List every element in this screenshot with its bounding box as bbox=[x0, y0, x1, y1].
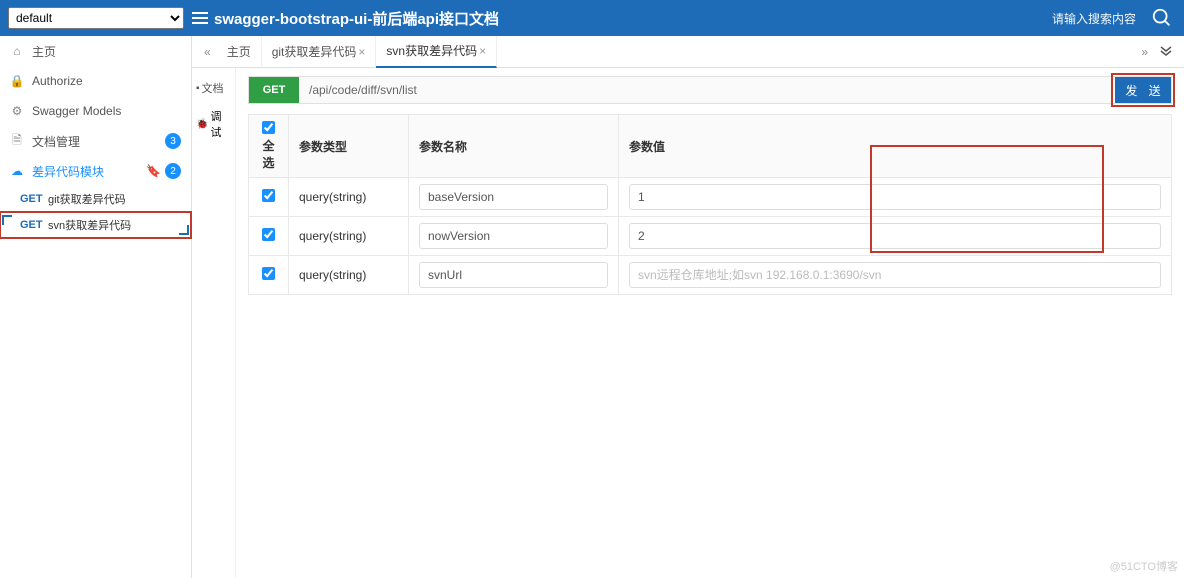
bug-icon: 🐞 bbox=[196, 119, 208, 130]
row-checkbox[interactable] bbox=[262, 189, 275, 202]
group-select-wrap: default bbox=[8, 7, 184, 29]
col-check: 全选 bbox=[249, 115, 289, 178]
table-row: query(string) nowVersion bbox=[249, 217, 1172, 256]
sidebar: ⌂主页 🔒Authorize ⚙Swagger Models 🗎文档管理3 ☁差… bbox=[0, 36, 192, 578]
tag-icon: 🔖 bbox=[146, 164, 161, 178]
subtab-debug[interactable]: 🐞调试 bbox=[192, 102, 235, 146]
lock-icon: 🔒 bbox=[10, 74, 24, 88]
param-type: query(string) bbox=[289, 178, 409, 217]
group-select[interactable]: default bbox=[8, 7, 184, 29]
tab-svn[interactable]: svn获取差异代码× bbox=[376, 36, 497, 68]
param-value-input[interactable] bbox=[629, 223, 1161, 249]
main-area: « 主页 git获取差异代码× svn获取差异代码× » ▪文档 🐞调试 GET… bbox=[192, 36, 1184, 578]
tabs-prev[interactable]: « bbox=[198, 45, 217, 59]
param-value-input[interactable] bbox=[629, 184, 1161, 210]
badge: 3 bbox=[165, 133, 181, 149]
param-name: baseVersion bbox=[419, 184, 608, 210]
menu-icon[interactable] bbox=[192, 10, 208, 26]
search-icon[interactable] bbox=[1148, 4, 1176, 32]
close-icon[interactable]: × bbox=[479, 44, 486, 58]
tabs-more[interactable] bbox=[1154, 44, 1178, 59]
table-row: query(string) svnUrl bbox=[249, 256, 1172, 295]
sidebar-item-models[interactable]: ⚙Swagger Models bbox=[0, 96, 191, 126]
param-type: query(string) bbox=[289, 256, 409, 295]
tab-bar: « 主页 git获取差异代码× svn获取差异代码× » bbox=[192, 36, 1184, 68]
main-body: ▪文档 🐞调试 GET /api/code/diff/svn/list 发 送 … bbox=[192, 68, 1184, 578]
sidebar-sub-git[interactable]: GETgit获取差异代码 bbox=[0, 186, 191, 212]
file-icon: ▪ bbox=[196, 83, 200, 94]
table-row: query(string) baseVersion bbox=[249, 178, 1172, 217]
params-table: 全选 参数类型 参数名称 参数值 query(string) baseVersi… bbox=[248, 114, 1172, 295]
sidebar-item-diffmodule[interactable]: ☁差异代码模块🔖2 bbox=[0, 156, 191, 186]
gear-icon: ⚙ bbox=[10, 104, 24, 118]
col-type: 参数类型 bbox=[289, 115, 409, 178]
sidebar-item-home[interactable]: ⌂主页 bbox=[0, 36, 191, 66]
sidebar-sub-svn[interactable]: GETsvn获取差异代码 bbox=[0, 212, 191, 238]
row-checkbox[interactable] bbox=[262, 228, 275, 241]
col-name: 参数名称 bbox=[409, 115, 619, 178]
send-button[interactable]: 发 送 bbox=[1115, 77, 1171, 103]
app-title: swagger-bootstrap-ui-前后端api接口文档 bbox=[192, 8, 1052, 29]
tab-home[interactable]: 主页 bbox=[217, 36, 262, 68]
badge: 2 bbox=[165, 163, 181, 179]
sidebar-item-docmgr[interactable]: 🗎文档管理3 bbox=[0, 126, 191, 156]
doc-icon: 🗎 bbox=[10, 131, 24, 152]
col-value: 参数值 bbox=[619, 115, 1172, 178]
row-checkbox[interactable] bbox=[262, 267, 275, 280]
param-type: query(string) bbox=[289, 217, 409, 256]
tab-git[interactable]: git获取差异代码× bbox=[262, 36, 377, 68]
subtab-doc[interactable]: ▪文档 bbox=[192, 74, 235, 102]
watermark: @51CTO博客 bbox=[1110, 558, 1178, 574]
sidebar-item-authorize[interactable]: 🔒Authorize bbox=[0, 66, 191, 96]
close-icon[interactable]: × bbox=[358, 45, 365, 59]
left-subtabs: ▪文档 🐞调试 bbox=[192, 68, 236, 578]
cloud-icon: ☁ bbox=[10, 164, 24, 178]
param-value-input[interactable] bbox=[629, 262, 1161, 288]
method-badge: GET bbox=[249, 77, 299, 103]
content-panel: GET /api/code/diff/svn/list 发 送 全选 参数类型 … bbox=[236, 68, 1184, 578]
header-bar: default swagger-bootstrap-ui-前后端api接口文档 … bbox=[0, 0, 1184, 36]
api-url[interactable]: /api/code/diff/svn/list bbox=[299, 77, 1115, 103]
api-url-row: GET /api/code/diff/svn/list 发 送 bbox=[248, 76, 1172, 104]
param-name: svnUrl bbox=[419, 262, 608, 288]
home-icon: ⌂ bbox=[10, 44, 24, 58]
search-placeholder[interactable]: 请输入搜索内容 bbox=[1052, 10, 1136, 27]
select-all-checkbox[interactable] bbox=[262, 121, 275, 134]
tabs-next[interactable]: » bbox=[1135, 45, 1154, 59]
param-name: nowVersion bbox=[419, 223, 608, 249]
